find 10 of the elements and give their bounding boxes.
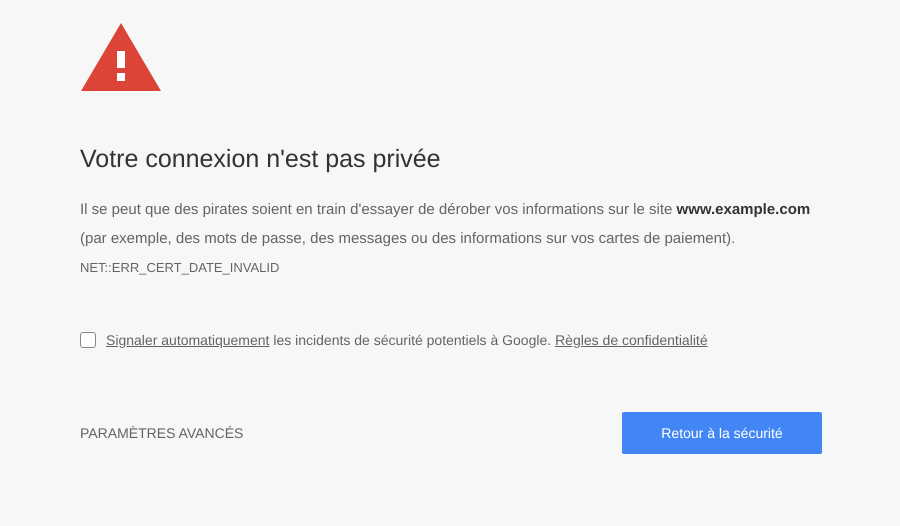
advanced-button[interactable]: PARAMÈTRES AVANCÉS — [80, 425, 244, 441]
back-button[interactable]: Retour à la sécurité — [622, 412, 822, 454]
report-text: Signaler automatiquement les incidents de sécurité potentiels à Google. Règles de confidentialité — [106, 332, 708, 348]
warning-icon — [80, 21, 162, 93]
report-checkbox[interactable] — [80, 332, 96, 348]
error-code: NET::ERR_CERT_DATE_INVALID — [80, 260, 280, 275]
privacy-link[interactable]: Règles de confidentialité — [555, 332, 708, 348]
page-heading: Votre connexion n'est pas privée — [80, 144, 442, 175]
report-link[interactable]: Signaler automatiquement — [106, 332, 270, 348]
description-text: Il se peut que des pirates soient en train d'essayer de dérober vos informations sur le site www.example.com (par exemple, des mots de passe, des messages ou des informations sur vos cartes de paiement). — [80, 201, 810, 247]
